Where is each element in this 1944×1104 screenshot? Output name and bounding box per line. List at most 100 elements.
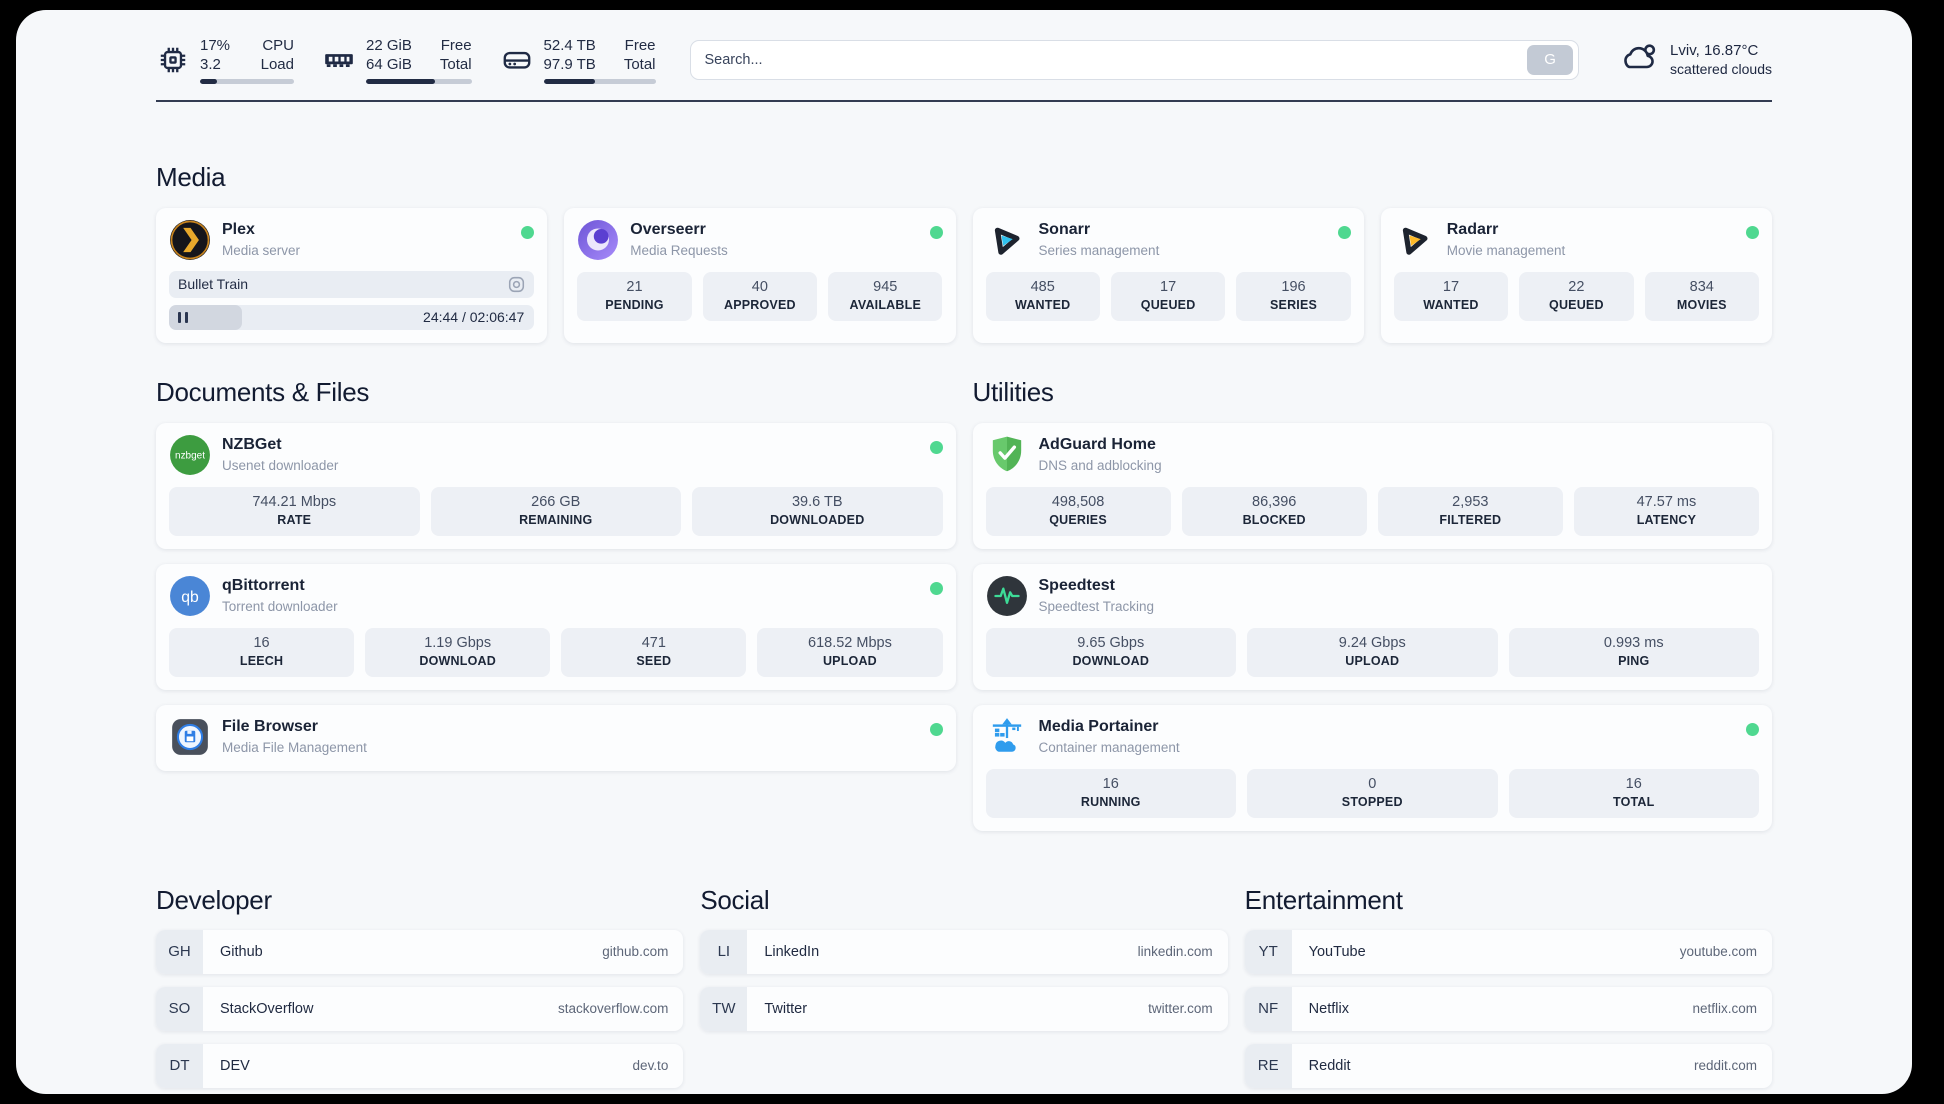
status-dot xyxy=(929,440,943,454)
disk-total: 97.9 TB xyxy=(543,56,596,73)
bookmark-abbr: SO xyxy=(156,986,203,1031)
bookmark-url: stackoverflow.com xyxy=(558,1001,669,1016)
service-card-sonarr[interactable]: Sonarr Series management 485 WANTED 17 Q… xyxy=(972,207,1364,343)
memory-free: 22 GiB xyxy=(366,37,412,54)
bookmark-abbr: DT xyxy=(156,1043,203,1088)
service-name: AdGuard Home xyxy=(1038,436,1156,453)
bookmark-abbr: TW xyxy=(700,986,748,1031)
section-title-media: Media xyxy=(156,161,226,192)
stat-box: 498,508 QUERIES xyxy=(985,486,1171,536)
bookmark-reddit[interactable]: RE Reddit reddit.com xyxy=(1244,1043,1772,1088)
bookmark-abbr: NF xyxy=(1244,986,1292,1031)
service-card-speedtest[interactable]: Speedtest Speedtest Tracking 9.65 Gbps D… xyxy=(972,563,1772,690)
bookmark-name: Reddit xyxy=(1308,1057,1351,1074)
cpu-percent: 17% xyxy=(200,37,231,54)
service-name: Overseerr xyxy=(630,221,706,238)
documents-column: Documents & Files nzbget NZBGet Usenet d… xyxy=(156,377,956,831)
speedtest-icon xyxy=(986,575,1028,617)
section-title-documents: Documents & Files xyxy=(156,376,370,407)
nzbget-icon: nzbget xyxy=(169,434,211,476)
svg-text:nzbget: nzbget xyxy=(175,450,205,461)
bookmark-group-title: Developer xyxy=(156,884,272,915)
media-card-grid: Plex Media server Bullet Train 24:44 / 0… xyxy=(156,207,1772,343)
bookmark-abbr: GH xyxy=(156,929,203,974)
weather-condition: scattered clouds xyxy=(1670,61,1772,78)
service-name: NZBGet xyxy=(222,436,282,453)
bookmark-group-title: Social xyxy=(700,884,770,915)
service-card-overseerr[interactable]: Overseerr Media Requests 21 PENDING 40 A… xyxy=(564,207,956,343)
status-dot xyxy=(521,225,535,239)
bookmark-url: dev.to xyxy=(632,1058,669,1073)
bookmark-stackoverflow[interactable]: SO StackOverflow stackoverflow.com xyxy=(156,986,684,1031)
bookmark-github[interactable]: GH Github github.com xyxy=(156,929,684,974)
plex-icon xyxy=(169,219,211,261)
resource-widgets: 17% CPU 3.2 Load 22 GiB Free 64 GiB Tota… xyxy=(156,36,656,84)
now-playing-title: Bullet Train xyxy=(178,276,249,292)
bookmark-linkedin[interactable]: LI LinkedIn linkedin.com xyxy=(700,929,1228,974)
bookmark-youtube[interactable]: YT YouTube youtube.com xyxy=(1244,929,1772,974)
stat-box: 266 GB REMAINING xyxy=(430,486,681,536)
cpu-widget: 17% CPU 3.2 Load xyxy=(156,36,294,84)
playback-progress-bar: 24:44 / 02:06:47 xyxy=(169,304,535,330)
stat-box: 0 STOPPED xyxy=(1247,768,1498,818)
cpu-load-label: Load xyxy=(260,56,294,73)
bookmark-name: StackOverflow xyxy=(220,1000,314,1017)
bookmark-abbr: LI xyxy=(700,929,748,974)
service-card-portainer[interactable]: Media Portainer Container management 16 … xyxy=(972,704,1772,831)
service-subtitle: Speedtest Tracking xyxy=(1038,599,1155,614)
cpu-load: 3.2 xyxy=(200,56,221,73)
service-name: Speedtest xyxy=(1038,577,1115,594)
bookmark-netflix[interactable]: NF Netflix netflix.com xyxy=(1244,986,1772,1031)
weather-location: Lviv, 16.87°C xyxy=(1670,42,1759,60)
bookmark-url: netflix.com xyxy=(1692,1001,1757,1016)
stat-box: 1.19 Gbps DOWNLOAD xyxy=(365,627,551,677)
disk-widget: 52.4 TB Free 97.9 TB Total xyxy=(500,36,656,84)
stat-box: 0.993 ms PING xyxy=(1508,627,1759,677)
service-card-plex[interactable]: Plex Media server Bullet Train 24:44 / 0… xyxy=(156,207,548,343)
search-input[interactable] xyxy=(704,51,1528,68)
service-name: Plex xyxy=(222,221,255,238)
service-card-qbittorrent[interactable]: qb qBittorrent Torrent downloader 16 LEE… xyxy=(156,563,956,690)
pause-icon[interactable] xyxy=(178,311,188,323)
stat-box: 9.24 Gbps UPLOAD xyxy=(1247,627,1498,677)
section-title-utilities: Utilities xyxy=(972,376,1054,407)
portainer-icon xyxy=(986,716,1028,758)
service-subtitle: DNS and adblocking xyxy=(1038,458,1162,473)
cpu-bar xyxy=(200,79,294,84)
service-card-adguard[interactable]: AdGuard Home DNS and adblocking 498,508 … xyxy=(972,422,1772,549)
bookmark-abbr: RE xyxy=(1244,1043,1292,1088)
utilities-column: Utilities AdGuard Home DNS and adblockin… xyxy=(972,376,1772,831)
service-name: File Browser xyxy=(222,718,319,735)
header-divider xyxy=(156,99,1772,102)
stat-box: 39.6 TB DOWNLOADED xyxy=(692,486,943,536)
weather-cloud-icon xyxy=(1619,38,1659,81)
stat-box: 40 APPROVED xyxy=(702,271,818,321)
service-subtitle: Torrent downloader xyxy=(222,599,338,614)
search-provider-button[interactable]: G xyxy=(1527,44,1574,75)
bookmark-url: linkedin.com xyxy=(1137,944,1213,959)
service-card-filebrowser[interactable]: File Browser Media File Management xyxy=(156,704,956,771)
bookmark-group-developer: Developer GH Github github.com SO StackO… xyxy=(156,884,684,1088)
status-dot xyxy=(1337,225,1351,239)
bookmark-group-title: Entertainment xyxy=(1244,884,1403,915)
service-card-nzbget[interactable]: nzbget NZBGet Usenet downloader 744.21 M… xyxy=(156,422,956,549)
bookmark-name: LinkedIn xyxy=(764,943,820,960)
disk-icon xyxy=(500,43,534,77)
stat-box: 21 PENDING xyxy=(577,271,692,321)
stat-box: 16 RUNNING xyxy=(985,768,1236,818)
service-card-radarr[interactable]: Radarr Movie management 17 WANTED 22 QUE… xyxy=(1380,207,1772,343)
bookmark-twitter[interactable]: TW Twitter twitter.com xyxy=(700,986,1228,1031)
stat-box: 945 AVAILABLE xyxy=(828,271,943,321)
service-subtitle: Media server xyxy=(222,243,301,258)
bookmark-dev[interactable]: DT DEV dev.to xyxy=(156,1043,684,1088)
service-subtitle: Usenet downloader xyxy=(222,458,339,473)
status-dot xyxy=(1746,722,1759,736)
adguard-icon xyxy=(986,434,1028,476)
stat-box: 47.57 ms LATENCY xyxy=(1573,486,1759,536)
service-name: qBittorrent xyxy=(222,577,305,594)
stat-box: 17 QUEUED xyxy=(1110,271,1226,321)
status-dot xyxy=(929,722,943,736)
bookmark-name: YouTube xyxy=(1308,943,1366,960)
stat-box: 22 QUEUED xyxy=(1519,271,1634,321)
bookmark-url: youtube.com xyxy=(1679,944,1757,959)
